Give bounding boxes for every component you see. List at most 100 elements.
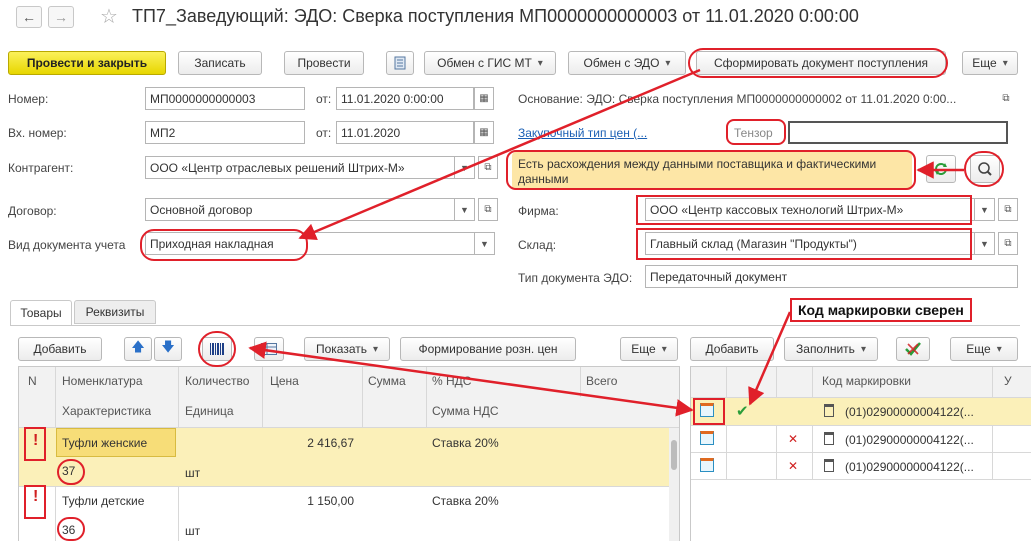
tab-goods[interactable]: Товары: [10, 300, 72, 325]
col-header-mark-code[interactable]: Код маркировки: [822, 374, 911, 388]
mark-code[interactable]: (01)02900000004122(...: [845, 405, 974, 419]
goods-price[interactable]: 1 150,00: [262, 494, 354, 508]
tab-props[interactable]: Реквизиты: [74, 300, 156, 324]
fill-button[interactable]: Заполнить: [784, 337, 878, 361]
retail-prices-button[interactable]: Формирование розн. цен: [400, 337, 576, 361]
favorite-star-icon[interactable]: ☆: [100, 4, 118, 29]
provider-field[interactable]: [788, 121, 1008, 144]
goods-unit[interactable]: шт: [185, 524, 200, 538]
goods-vat[interactable]: Ставка 20%: [432, 494, 499, 508]
col-header-price[interactable]: Цена: [270, 374, 299, 388]
mark-type-icon: [700, 403, 714, 417]
nav-forward-button[interactable]: →: [48, 6, 74, 28]
mark-code-icon: [824, 432, 834, 445]
edo-exchange-button[interactable]: Обмен с ЭДО: [568, 51, 686, 75]
goods-more-button[interactable]: Еще: [620, 337, 678, 361]
counterparty-label: Контрагент:: [8, 161, 74, 175]
mark-type-icon: [700, 458, 714, 472]
goods-scrollbar-thumb[interactable]: [671, 440, 677, 470]
price-type-link[interactable]: Закупочный тип цен (...: [518, 126, 647, 140]
warning-icon: !: [33, 488, 39, 505]
firm-field[interactable]: ООО «Центр кассовых технологий Штрих-М»: [645, 198, 975, 221]
doc-kind-field[interactable]: Приходная накладная: [145, 232, 475, 255]
col-header-unit[interactable]: Единица: [185, 404, 234, 418]
open-icon[interactable]: ⧉: [478, 156, 498, 179]
in-date-field[interactable]: 11.01.2020: [336, 121, 474, 144]
check-mark-icon[interactable]: [896, 337, 930, 361]
goods-name[interactable]: Туфли женские: [62, 436, 147, 450]
barcode-scan-icon[interactable]: [202, 337, 232, 361]
add-mark-button[interactable]: Добавить: [690, 337, 774, 361]
col-header-vat[interactable]: % НДС: [432, 374, 471, 388]
open-icon[interactable]: ⧉: [998, 198, 1018, 221]
col-header-total[interactable]: Всего: [586, 374, 617, 388]
open-icon[interactable]: ⧉: [478, 198, 498, 221]
more-button[interactable]: Еще: [962, 51, 1018, 75]
warehouse-label: Склад:: [518, 238, 557, 252]
doc-kind-label: Вид документа учета: [8, 238, 126, 252]
marks-more-button[interactable]: Еще: [950, 337, 1018, 361]
goods-characteristic[interactable]: 37: [62, 464, 75, 478]
post-button[interactable]: Провести: [284, 51, 364, 75]
warehouse-field[interactable]: Главный склад (Магазин "Продукты"): [645, 232, 975, 255]
goods-price[interactable]: 2 416,67: [262, 436, 354, 450]
col-header-characteristic[interactable]: Характеристика: [62, 404, 151, 418]
firm-label: Фирма:: [518, 204, 559, 218]
chevron-down-icon[interactable]: ▼: [455, 156, 475, 179]
chevron-down-icon[interactable]: ▼: [475, 232, 495, 255]
number-field[interactable]: МП0000000000003: [145, 87, 305, 110]
edo-doc-type-field: Передаточный документ: [645, 265, 1018, 288]
goods-name[interactable]: Туфли детские: [62, 494, 144, 508]
number-label: Номер:: [8, 92, 49, 106]
mark-code[interactable]: (01)02900000004122(...: [845, 433, 974, 447]
col-header-vat-sum[interactable]: Сумма НДС: [432, 404, 499, 418]
table-layout-icon[interactable]: [254, 337, 284, 361]
form-receipt-document-button[interactable]: Сформировать документ поступления: [696, 51, 946, 75]
basis-open-icon[interactable]: ⧉: [996, 87, 1016, 110]
post-and-close-button[interactable]: Провести и закрыть: [8, 51, 166, 75]
in-number-field[interactable]: МП2: [145, 121, 305, 144]
goods-characteristic[interactable]: 36: [62, 523, 75, 537]
col-header-n[interactable]: N: [28, 374, 37, 388]
chevron-down-icon[interactable]: ▼: [455, 198, 475, 221]
mark-status-icon: ✕: [788, 459, 799, 473]
callout-label: Код маркировки сверен: [790, 298, 972, 322]
calendar-icon[interactable]: ▦: [474, 87, 494, 110]
warning-text: Есть расхождения между данными поставщик…: [518, 157, 877, 186]
contract-field[interactable]: Основной договор: [145, 198, 455, 221]
move-down-icon[interactable]: 🡇: [154, 337, 182, 361]
add-goods-button[interactable]: Добавить: [18, 337, 102, 361]
document-list-icon[interactable]: [386, 51, 414, 75]
basis-text[interactable]: Основание: ЭДО: Сверка поступления МП000…: [518, 92, 988, 106]
nav-back-button[interactable]: ←: [16, 6, 42, 28]
open-icon[interactable]: ⧉: [998, 232, 1018, 255]
warning-icon: !: [33, 432, 39, 449]
save-button[interactable]: Записать: [178, 51, 262, 75]
col-header-u[interactable]: У: [1004, 374, 1012, 388]
refresh-icon[interactable]: [926, 155, 956, 183]
magnifier-compare-icon[interactable]: [970, 155, 1000, 183]
col-header-nomenclature[interactable]: Номенклатура: [62, 374, 143, 388]
chevron-down-icon[interactable]: ▼: [975, 198, 995, 221]
chevron-down-icon[interactable]: ▼: [975, 232, 995, 255]
contract-label: Договор:: [8, 204, 57, 218]
col-header-quantity[interactable]: Количество: [185, 374, 249, 388]
col-header-sum[interactable]: Сумма: [368, 374, 406, 388]
mark-code[interactable]: (01)02900000004122(...: [845, 460, 974, 474]
date-field[interactable]: 11.01.2020 0:00:00: [336, 87, 474, 110]
mark-code-icon: [824, 404, 834, 417]
mark-type-icon: [700, 431, 714, 445]
window-title: ТП7_Заведующий: ЭДО: Сверка поступления …: [132, 6, 859, 26]
move-up-icon[interactable]: 🡅: [124, 337, 152, 361]
edo-doc-type-label: Тип документа ЭДО:: [518, 271, 633, 285]
show-button[interactable]: Показать: [304, 337, 390, 361]
in-date-label: от:: [316, 126, 332, 140]
counterparty-field[interactable]: ООО «Центр отраслевых решений Штрих-М»: [145, 156, 455, 179]
date-label: от:: [316, 92, 332, 106]
goods-unit[interactable]: шт: [185, 466, 200, 480]
tabs-underline: [10, 325, 1020, 326]
gis-mt-exchange-button[interactable]: Обмен с ГИС МТ: [424, 51, 556, 75]
in-number-label: Вх. номер:: [8, 126, 67, 140]
calendar-icon[interactable]: ▦: [474, 121, 494, 144]
goods-vat[interactable]: Ставка 20%: [432, 436, 499, 450]
